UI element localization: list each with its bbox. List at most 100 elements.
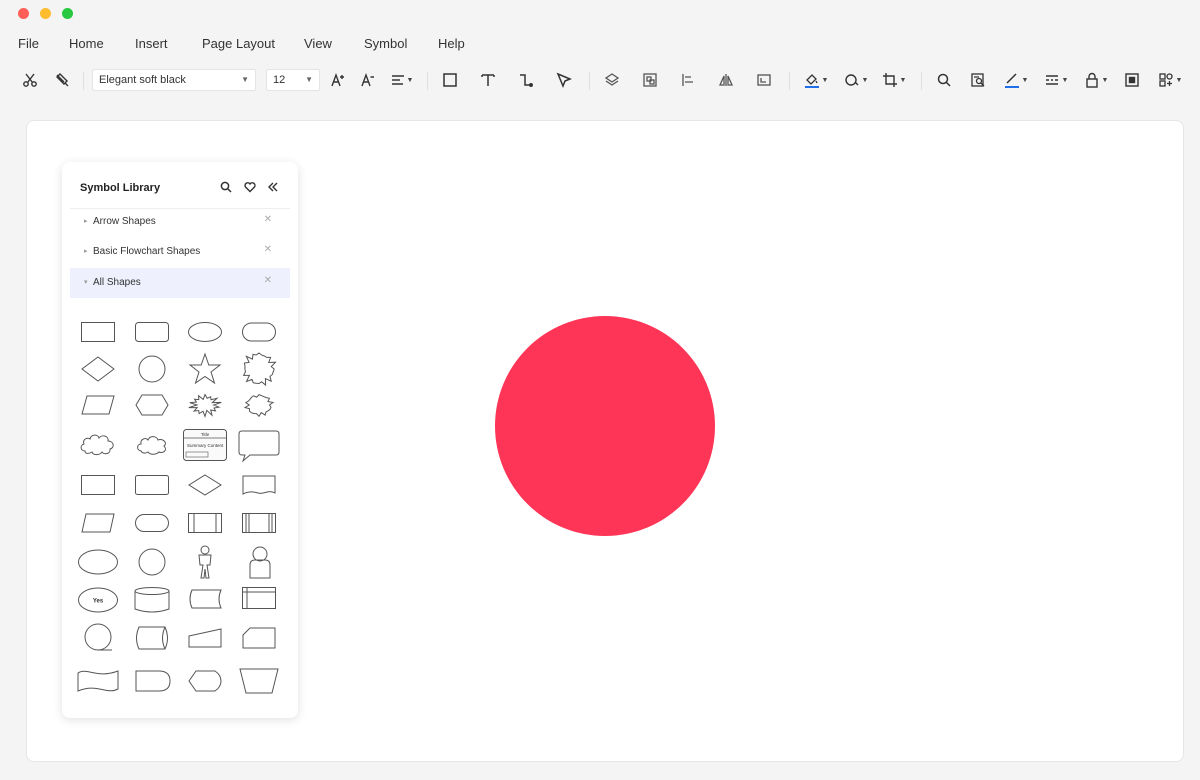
shape-stored-data[interactable] [188, 589, 222, 609]
shape-starburst[interactable] [242, 352, 277, 387]
increase-font-icon[interactable] [328, 68, 348, 92]
shape-manual-input[interactable] [188, 628, 222, 648]
menu-view[interactable]: View [304, 36, 332, 51]
shape-capsule[interactable] [135, 514, 169, 532]
layers-icon[interactable] [602, 68, 622, 92]
shape-parallelogram[interactable] [81, 395, 115, 415]
shape-manual-operation[interactable] [239, 668, 279, 694]
format-painter-icon[interactable] [52, 68, 72, 92]
menu-bar: File Home Insert Page Layout View Symbol… [0, 30, 1200, 56]
maximize-window-button[interactable] [62, 8, 73, 19]
cut-icon[interactable] [20, 68, 40, 92]
rectangle-tool-icon[interactable] [440, 68, 460, 92]
font-family-value: Elegant soft black [99, 74, 186, 86]
shape-actor[interactable] [194, 545, 216, 579]
collapse-panel-icon[interactable] [267, 180, 279, 198]
category-label: Arrow Shapes [93, 216, 156, 227]
shape-data[interactable] [81, 513, 115, 533]
shape-cylinder[interactable] [134, 587, 170, 613]
fill-color-icon[interactable]: ▼ [802, 68, 830, 92]
shape-connector-circle[interactable] [138, 548, 166, 576]
line-color-icon[interactable]: ▼ [1002, 68, 1030, 92]
connector-tool-icon[interactable] [516, 68, 536, 92]
shape-internal-storage[interactable] [242, 587, 276, 609]
menu-help[interactable]: Help [438, 36, 465, 51]
shape-cloud[interactable] [79, 432, 117, 456]
chevron-right-icon: ▸ [84, 218, 88, 225]
search-icon[interactable] [934, 68, 954, 92]
menu-insert[interactable]: Insert [135, 36, 168, 51]
shape-star[interactable] [188, 352, 222, 385]
shape-display[interactable] [188, 670, 222, 692]
menu-home[interactable]: Home [69, 36, 104, 51]
shape-ellipse[interactable] [188, 322, 222, 342]
chevron-down-icon: ▾ [84, 279, 88, 286]
pen-tool-icon[interactable] [554, 68, 574, 92]
category-arrow-shapes[interactable]: ▸ Arrow Shapes ✕ [70, 207, 290, 237]
menu-symbol[interactable]: Symbol [364, 36, 407, 51]
shape-subroutine[interactable] [242, 513, 276, 533]
align-text-icon[interactable]: ▼ [388, 68, 416, 92]
shape-explosion[interactable] [188, 393, 222, 418]
shape-circle[interactable] [138, 355, 166, 383]
font-size-select[interactable]: 12 ▼ [266, 69, 320, 91]
window-titlebar [0, 0, 1200, 28]
search-icon[interactable] [220, 180, 232, 198]
close-window-button[interactable] [18, 8, 29, 19]
find-replace-icon[interactable] [968, 68, 988, 92]
shape-tape[interactable] [77, 668, 119, 694]
category-label: Basic Flowchart Shapes [93, 246, 201, 257]
lock-icon[interactable]: ▼ [1082, 68, 1110, 92]
shape-hexagon[interactable] [135, 394, 169, 416]
shape-alternate-process[interactable] [135, 475, 169, 495]
line-style-icon[interactable]: ▼ [1042, 68, 1070, 92]
category-label: All Shapes [93, 277, 141, 288]
minimize-window-button[interactable] [40, 8, 51, 19]
close-icon[interactable]: ✕ [264, 244, 272, 255]
shape-card[interactable]: Title Summary Content [183, 429, 227, 461]
font-size-value: 12 [273, 74, 286, 86]
category-all-shapes[interactable]: ▾ All Shapes ✕ [70, 268, 290, 298]
chevron-right-icon: ▸ [84, 248, 88, 255]
shape-sequential-access[interactable] [83, 623, 113, 653]
close-icon[interactable]: ✕ [264, 214, 272, 225]
menu-file[interactable]: File [18, 36, 39, 51]
symbol-library-panel: Symbol Library ▸ Arrow Shapes ✕ ▸ Basic … [62, 162, 298, 718]
shape-diamond[interactable] [81, 356, 115, 382]
shape-direct-data[interactable] [135, 626, 171, 650]
shape-callout[interactable] [238, 430, 280, 463]
shape-person[interactable] [248, 545, 272, 579]
shape-process[interactable] [81, 475, 115, 495]
text-tool-icon[interactable] [478, 68, 498, 92]
font-family-select[interactable]: Elegant soft black ▼ [92, 69, 256, 91]
more-tools-icon[interactable]: ▼ [1156, 68, 1184, 92]
size-icon[interactable] [754, 68, 774, 92]
card-title-text: Title [201, 432, 210, 437]
flip-icon[interactable] [716, 68, 736, 92]
group-icon[interactable] [640, 68, 660, 92]
menu-page-layout[interactable]: Page Layout [202, 36, 275, 51]
fit-page-icon[interactable] [1122, 68, 1142, 92]
shape-oval-yes[interactable]: Yes [78, 587, 118, 613]
shape-predefined-process[interactable] [188, 513, 222, 533]
chevron-down-icon: ▼ [305, 75, 313, 84]
shape-seal[interactable] [243, 394, 275, 418]
canvas-circle-shape[interactable] [495, 316, 715, 536]
shape-decision[interactable] [188, 474, 222, 496]
shape-rounded-rectangle[interactable] [135, 322, 169, 342]
shape-terminator[interactable] [242, 322, 276, 342]
decrease-font-icon[interactable] [358, 68, 378, 92]
close-icon[interactable]: ✕ [264, 275, 272, 286]
shape-cloud-small[interactable] [135, 432, 169, 456]
favorite-icon[interactable] [244, 180, 256, 198]
crop-icon[interactable]: ▼ [880, 68, 908, 92]
shape-style-icon[interactable]: ▼ [842, 68, 870, 92]
shape-oval[interactable] [78, 549, 118, 575]
shape-rectangle[interactable] [81, 322, 115, 342]
shape-document[interactable] [242, 475, 276, 495]
shape-card-shape[interactable] [242, 627, 276, 649]
shape-delay[interactable] [135, 670, 171, 692]
symbol-library-title: Symbol Library [80, 182, 161, 194]
category-basic-flowchart-shapes[interactable]: ▸ Basic Flowchart Shapes ✕ [70, 237, 290, 267]
align-left-icon[interactable] [678, 68, 698, 92]
